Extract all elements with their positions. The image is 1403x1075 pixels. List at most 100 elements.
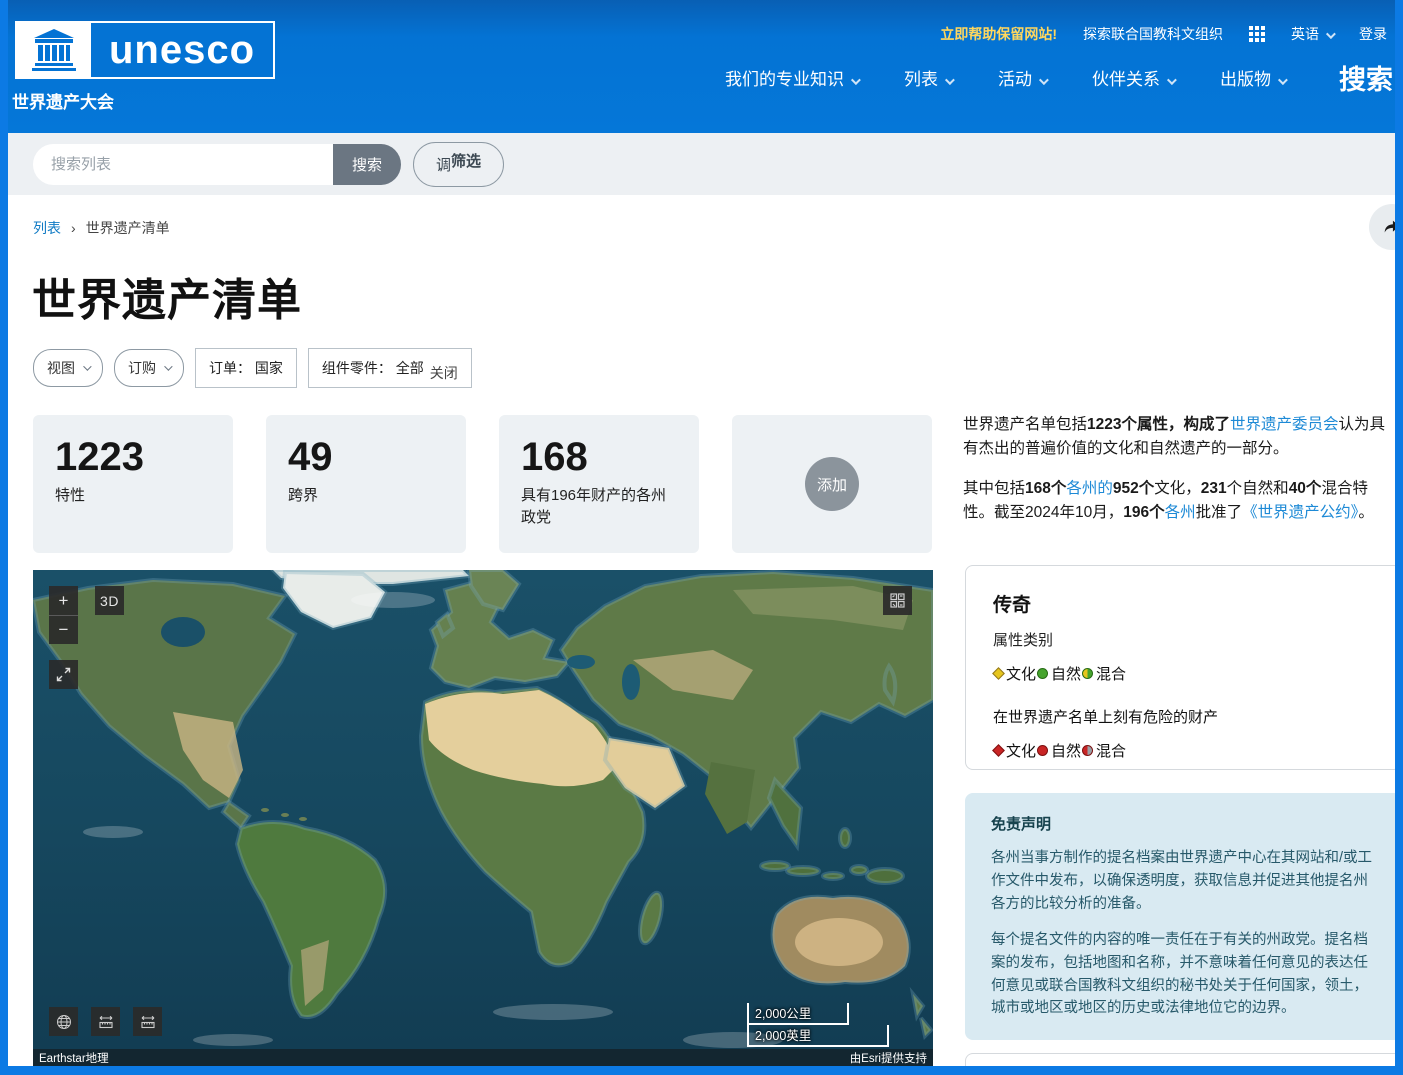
globe-view-button[interactable] <box>49 1007 78 1036</box>
globe-icon <box>56 1014 72 1030</box>
map-scale-bar: 2,000公里 2,000英里 <box>747 1003 889 1047</box>
chevron-down-icon <box>83 362 91 370</box>
site-header: unesco 世界遗产大会 立即帮助保留网站! 探索联合国教科文组织 英语 登录… <box>0 0 1403 133</box>
chevron-down-icon <box>1167 75 1177 85</box>
stat-value: 49 <box>288 435 444 479</box>
zoom-in-button[interactable]: + <box>49 586 78 615</box>
chevron-down-icon <box>851 75 861 85</box>
inline-link[interactable]: 各州的 <box>1066 480 1113 497</box>
inline-link[interactable]: 《世界遗产公约》 <box>1242 504 1358 521</box>
legend-subtitle: 属性类别 <box>993 629 1374 650</box>
mixed-marker-icon <box>1082 668 1093 679</box>
filter-button[interactable]: 调筛选 <box>413 142 504 187</box>
world-heritage-map[interactable]: + − 3D <box>33 570 933 1066</box>
nav-item-lists[interactable]: 列表 <box>904 65 952 90</box>
nav-item-publications[interactable]: 出版物 <box>1220 65 1285 90</box>
chevron-down-icon <box>1278 75 1288 85</box>
map-attribution: Earthstar地理 由Esri提供支持 <box>33 1049 933 1066</box>
chevron-down-icon <box>1326 29 1336 39</box>
legend-panel: 传奇 属性类别 文化 自然 混合 在世界遗产名单上刻有危险的财产 文化 自然 混… <box>965 565 1402 770</box>
disclaimer-paragraph-1: 各州当事方制作的提名档案由世界遗产中心在其网站和/或工作文件中发布，以确保透明度… <box>991 847 1376 916</box>
cultural-danger-marker-icon <box>992 744 1005 757</box>
unesco-logo[interactable]: unesco <box>15 21 275 79</box>
nav-search-toggle[interactable]: 搜索 <box>1339 58 1393 97</box>
attribution-esri[interactable]: 由Esri提供支持 <box>850 1050 927 1066</box>
breadcrumb: 列表 › 世界遗产清单 <box>33 218 170 238</box>
stat-value: 168 <box>521 435 677 479</box>
unesco-wordmark: unesco <box>91 23 273 77</box>
satellite-world-map <box>33 570 933 1066</box>
zoom-out-button[interactable]: − <box>49 615 78 644</box>
disclaimer-paragraph-2: 每个提名文件的内容的唯一责任在于有关的州政党。提名档案的发布，包括地图和名称，并… <box>991 929 1376 1021</box>
fullscreen-button[interactable] <box>49 660 78 689</box>
measure-ruler-icon <box>140 1014 156 1030</box>
view-dropdown[interactable]: 视图 <box>33 349 103 387</box>
chevron-down-icon <box>164 362 172 370</box>
fullscreen-expand-icon <box>56 667 71 682</box>
intro-paragraph-1: 世界遗产名单包括1223个属性，构成了世界遗产委员会认为具有杰出的普遍价值的文化… <box>963 413 1395 461</box>
viewport-frame-right <box>1395 0 1403 1075</box>
viewport-frame-bottom <box>0 1066 1403 1075</box>
inline-link[interactable]: 世界遗产委员会 <box>1230 416 1339 433</box>
toggle-3d-button[interactable]: 3D <box>95 586 124 615</box>
nav-item-expertise[interactable]: 我们的专业知识 <box>725 65 858 90</box>
chevron-down-icon <box>1039 75 1049 85</box>
stat-value: 1223 <box>55 435 211 479</box>
search-button[interactable]: 搜索 <box>333 144 401 185</box>
viewport-frame-left <box>0 0 8 1075</box>
search-input[interactable] <box>33 144 333 185</box>
chip-close-button[interactable]: 关闭 <box>430 363 458 383</box>
stat-cards: 1223 特性 49 跨界 168 具有196年财产的各州政党 添加 <box>33 415 932 553</box>
natural-danger-marker-icon <box>1037 745 1048 756</box>
page-title: 世界遗产清单 <box>32 264 302 328</box>
legend-danger-heading: 在世界遗产名单上刻有危险的财产 <box>993 706 1374 727</box>
site-subtitle: 世界遗产大会 <box>12 88 114 113</box>
language-selector[interactable]: 英语 <box>1291 24 1333 44</box>
explore-unesco-link[interactable]: 探索联合国教科文组织 <box>1083 24 1223 44</box>
legend-row-normal: 文化 自然 混合 <box>993 663 1374 684</box>
mixed-danger-marker-icon <box>1082 745 1093 756</box>
order-dropdown[interactable]: 订购 <box>114 349 184 387</box>
scale-kilometers: 2,000公里 <box>749 1003 849 1025</box>
inline-link[interactable]: 各州 <box>1165 504 1196 521</box>
stat-label: 具有196年财产的各州政党 <box>521 485 677 529</box>
legend-row-danger: 文化 自然 混合 <box>993 740 1374 761</box>
measure-area-button[interactable] <box>133 1007 162 1036</box>
measure-ruler-icon <box>98 1014 114 1030</box>
nav-item-activities[interactable]: 活动 <box>998 65 1046 90</box>
disclaimer-title: 免责声明 <box>991 813 1376 834</box>
legend-title: 传奇 <box>993 590 1374 617</box>
scale-miles: 2,000英里 <box>749 1025 889 1047</box>
donate-link[interactable]: 立即帮助保留网站! <box>940 24 1057 44</box>
breadcrumb-separator: › <box>71 220 76 236</box>
order-filter-chip[interactable]: 订单： 国家 <box>195 348 297 388</box>
basemap-gallery-icon <box>890 593 905 608</box>
main-nav: 我们的专业知识 列表 活动 伙伴关系 出版物 搜索 <box>725 58 1393 97</box>
stat-card-states-parties: 168 具有196年财产的各州政党 <box>499 415 699 553</box>
intro-paragraph-2: 其中包括168个各州的952个文化，231个自然和40个混合特性。截至2024年… <box>963 477 1395 525</box>
parts-filter-chip[interactable]: 组件零件： 全部关闭 <box>308 348 472 388</box>
breadcrumb-current: 世界遗产清单 <box>86 218 170 238</box>
zoom-controls: + − <box>49 586 78 644</box>
attribution-source: Earthstar地理 <box>39 1050 109 1066</box>
basemap-gallery-button[interactable] <box>883 586 912 615</box>
stat-card-properties: 1223 特性 <box>33 415 233 553</box>
natural-marker-icon <box>1037 668 1048 679</box>
disclaimer-panel: 免责声明 各州当事方制作的提名档案由世界遗产中心在其网站和/或工作文件中发布，以… <box>965 793 1402 1040</box>
cultural-marker-icon <box>992 667 1005 680</box>
list-search-bar: 搜索 调筛选 <box>8 133 1395 195</box>
stat-card-add: 添加 <box>732 415 932 553</box>
list-toolbar: 视图 订购 订单： 国家 组件零件： 全部关闭 <box>33 348 472 388</box>
grid-apps-icon[interactable] <box>1249 26 1265 42</box>
breadcrumb-home-link[interactable]: 列表 <box>33 218 61 238</box>
stat-label: 跨界 <box>288 485 444 507</box>
unesco-temple-icon <box>17 23 91 77</box>
stat-label: 特性 <box>55 485 211 507</box>
stat-card-transboundary: 49 跨界 <box>266 415 466 553</box>
measure-distance-button[interactable] <box>91 1007 120 1036</box>
nav-item-partnerships[interactable]: 伙伴关系 <box>1092 65 1174 90</box>
login-link[interactable]: 登录 <box>1359 24 1387 44</box>
chevron-down-icon <box>945 75 955 85</box>
add-button[interactable]: 添加 <box>805 457 859 511</box>
header-top-links: 立即帮助保留网站! 探索联合国教科文组织 英语 登录 <box>940 24 1387 44</box>
